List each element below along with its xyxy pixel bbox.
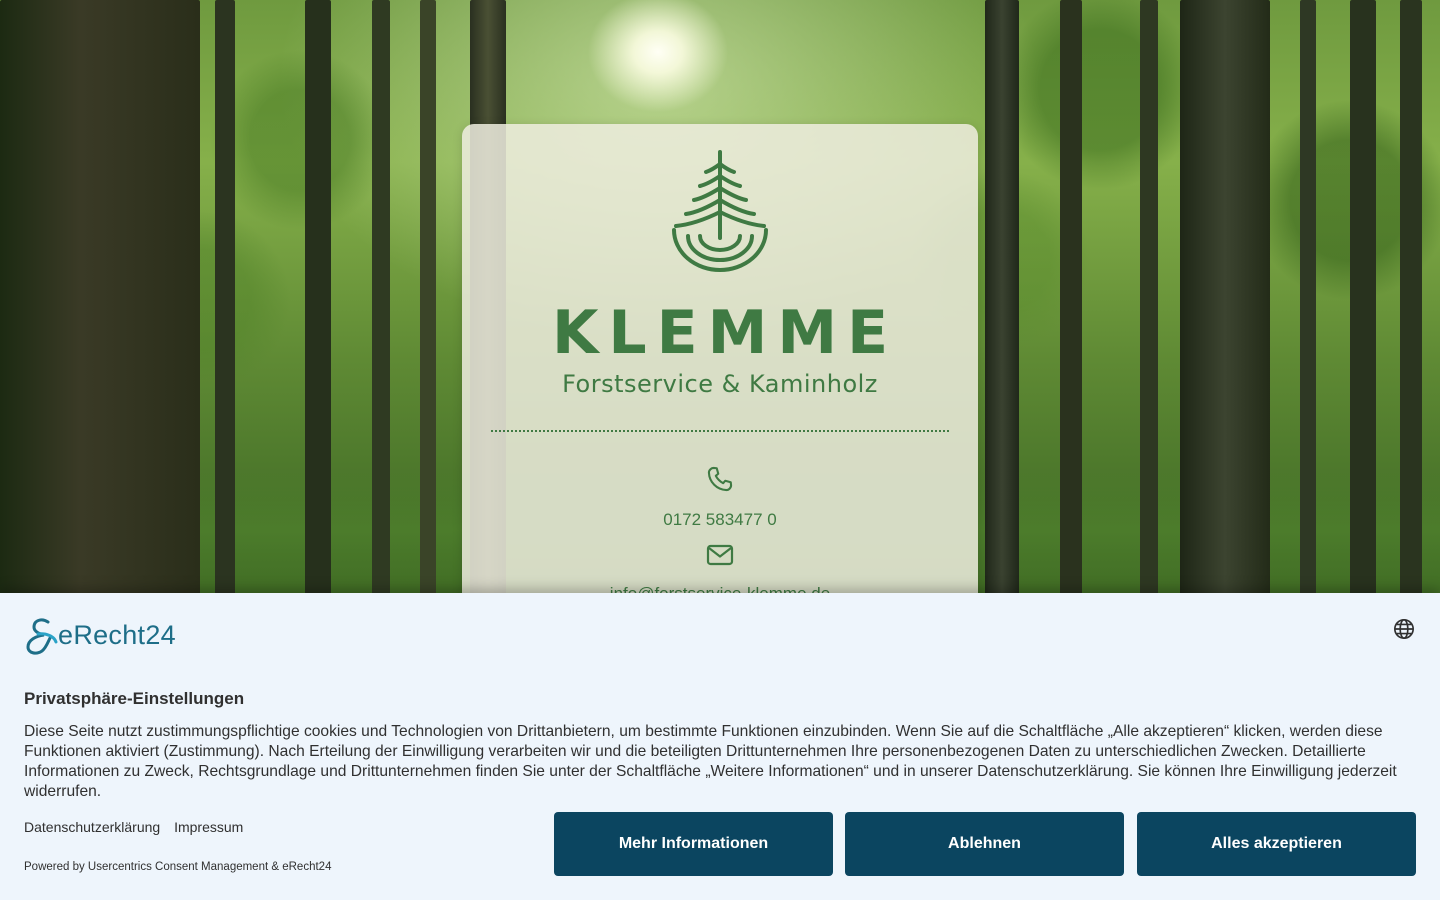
erecht24-logo: eRecht24 [24, 616, 194, 656]
consent-links: Datenschutzerklärung Impressum [24, 819, 253, 835]
dotted-divider [491, 430, 949, 432]
deny-button[interactable]: Ablehnen [845, 812, 1124, 876]
globe-icon[interactable] [1393, 618, 1415, 640]
imprint-link[interactable]: Impressum [174, 819, 243, 835]
brand-name: KLEMME [551, 298, 899, 368]
erecht24-logo-text: eRecht24 [58, 620, 176, 650]
accept-all-button[interactable]: Alles akzeptieren [1137, 812, 1416, 876]
phone-icon [707, 466, 733, 492]
consent-title: Privatsphäre-Einstellungen [24, 689, 245, 708]
phone-number-link[interactable]: 0172 583477 0 [462, 510, 978, 530]
more-information-button[interactable]: Mehr Informationen [554, 812, 833, 876]
envelope-icon [706, 544, 734, 566]
powered-by-text: Powered by Usercentrics Consent Manageme… [24, 861, 332, 873]
brand-tagline: Forstservice & Kaminholz [562, 370, 878, 398]
erecht24-logo-icon [26, 618, 58, 655]
pine-tree-logo-icon [672, 150, 768, 272]
business-card: KLEMME Forstservice & Kaminholz 0172 583… [462, 124, 978, 644]
cookie-consent-banner: eRecht24 Privatsphäre-Einstellungen Dies… [0, 593, 1440, 900]
privacy-policy-link[interactable]: Datenschutzerklärung [24, 819, 160, 835]
consent-description: Diese Seite nutzt zustimmungspflichtige … [24, 723, 1397, 800]
